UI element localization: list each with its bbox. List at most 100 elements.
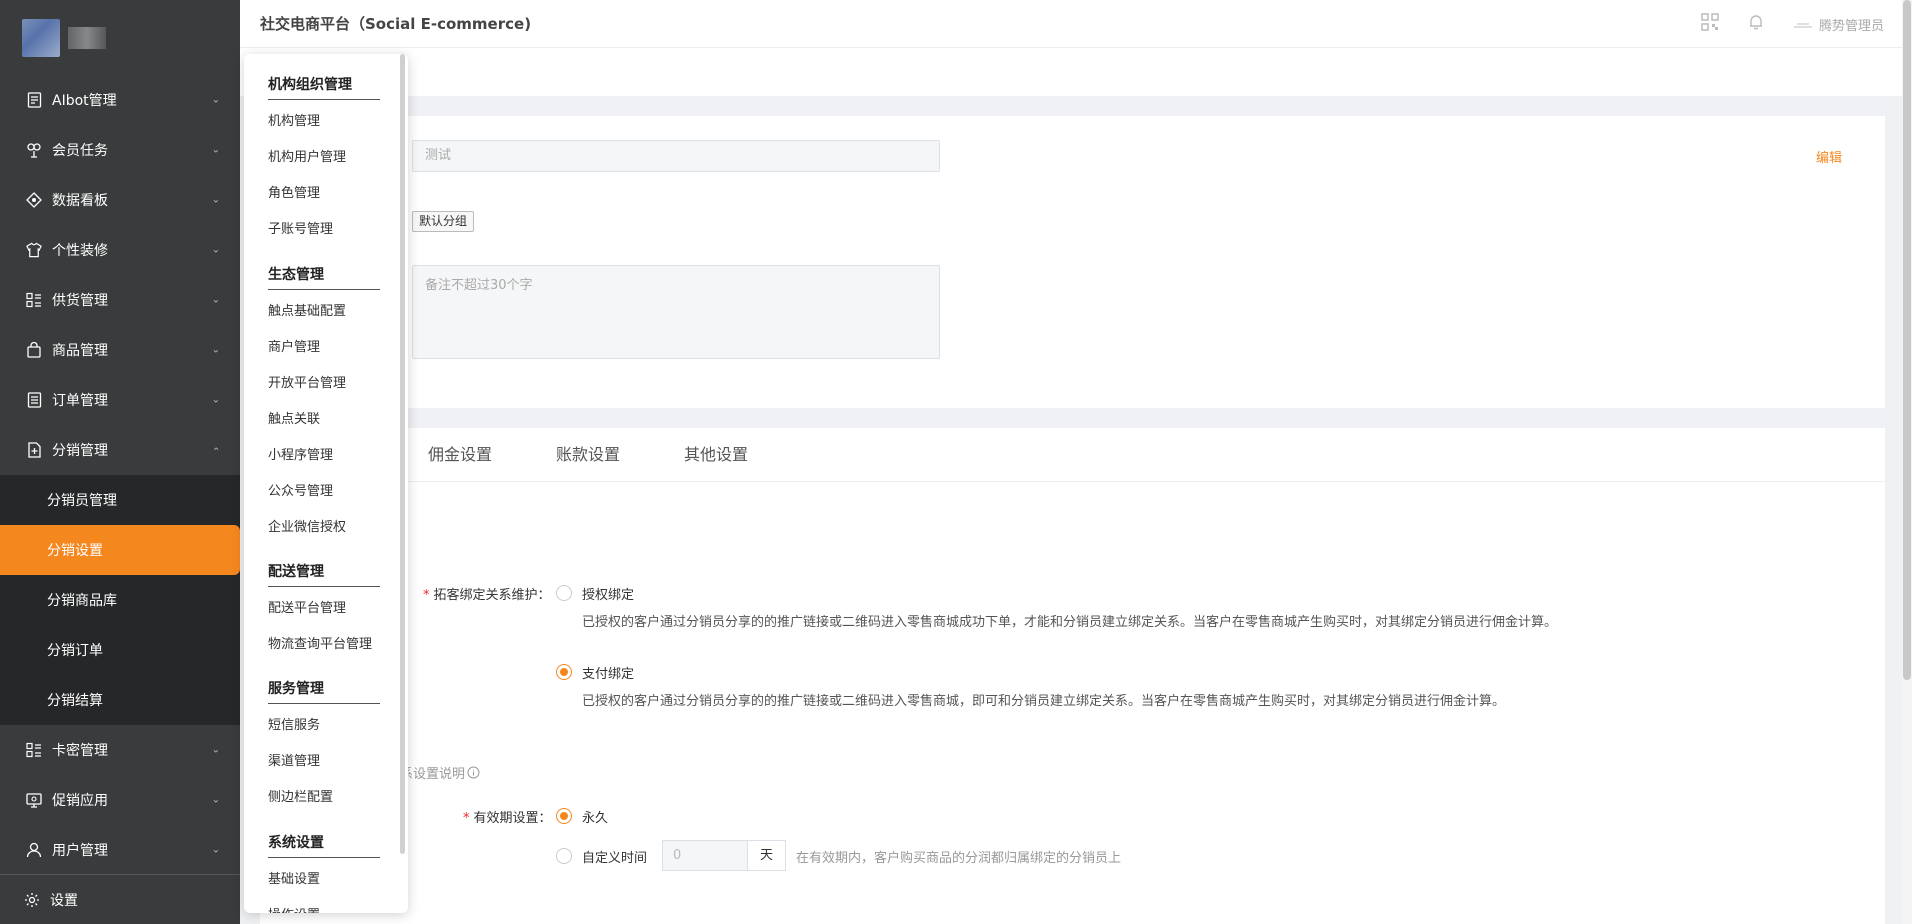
days-value[interactable]: 0 xyxy=(663,841,747,870)
clipboard-icon xyxy=(26,392,42,408)
sidebar-item-dashboard[interactable]: 数据看板 ⌄ xyxy=(0,175,240,225)
sidebar-item-card-key[interactable]: 卡密管理 ⌄ xyxy=(0,725,240,775)
dropdown-item[interactable]: 基础设置 xyxy=(268,868,320,887)
sidebar-item-aibot[interactable]: AIbot管理 ⌄ xyxy=(0,75,240,125)
dropdown-item[interactable]: 配送平台管理 xyxy=(268,597,346,616)
page-scrollbar[interactable] xyxy=(1902,0,1912,924)
sidebar-item-order[interactable]: 订单管理 ⌄ xyxy=(0,375,240,425)
sidebar-item-label: 促销应用 xyxy=(52,793,108,809)
days-input[interactable]: 0 天 xyxy=(662,840,786,871)
people-icon xyxy=(26,142,42,158)
gear-icon xyxy=(24,892,40,908)
dropdown-item[interactable]: 渠道管理 xyxy=(268,750,320,769)
sidebar-item-label: AIbot管理 xyxy=(52,93,117,109)
radio-custom-time[interactable] xyxy=(556,848,572,864)
dropdown-item[interactable]: 短信服务 xyxy=(268,714,320,733)
dropdown-item[interactable]: 触点关联 xyxy=(268,408,320,427)
sidebar-item-product[interactable]: 商品管理 ⌄ xyxy=(0,325,240,375)
chevron-down-icon: ⌄ xyxy=(211,844,220,856)
user-menu[interactable]: 腾势管理员 xyxy=(1793,15,1884,34)
dropdown-group-delivery: 配送管理 xyxy=(268,561,380,587)
chevron-down-icon: ⌄ xyxy=(211,794,220,806)
pay-binding-desc: 已授权的客户通过分销员分享的的推广链接或二维码进入零售商城，即可和分销员建立绑定… xyxy=(582,694,1506,709)
group-tag[interactable]: 默认分组 xyxy=(412,211,475,232)
dropdown-item[interactable]: 角色管理 xyxy=(268,182,320,201)
sidebar-item-label: 会员任务 xyxy=(52,143,108,159)
user-logo-icon xyxy=(1793,23,1812,28)
tab-commission[interactable]: 佣金设置 xyxy=(428,428,492,482)
dropdown-item[interactable]: 机构用户管理 xyxy=(268,146,346,165)
scrollbar-thumb[interactable] xyxy=(1903,0,1911,680)
sidebar-item-decoration[interactable]: 个性装修 ⌄ xyxy=(0,225,240,275)
chevron-up-icon: ⌄ xyxy=(211,444,220,456)
sidebar-item-supply[interactable]: 供货管理 ⌄ xyxy=(0,275,240,325)
sidebar-subitem-product-lib[interactable]: 分销商品库 xyxy=(0,575,240,625)
dropdown-scrollbar[interactable] xyxy=(400,54,405,854)
settings-note[interactable]: 系设置说明 xyxy=(400,763,480,782)
edit-link[interactable]: 编辑 xyxy=(1816,147,1842,166)
qrcode-icon[interactable] xyxy=(1701,13,1719,35)
dropdown-group-org: 机构组织管理 xyxy=(268,74,380,100)
sidebar-item-label: 用户管理 xyxy=(52,843,108,859)
sidebar-item-distribution[interactable]: 分销管理 ⌄ xyxy=(0,425,240,475)
plus-doc-icon xyxy=(26,442,42,458)
dropdown-item[interactable]: 机构管理 xyxy=(268,110,320,129)
info-icon xyxy=(467,766,480,779)
remark-textarea[interactable]: 备注不超过30个字 xyxy=(412,265,940,359)
monitor-icon xyxy=(26,792,42,808)
option-pay-binding[interactable]: 支付绑定 xyxy=(582,663,634,682)
sidebar-item-label: 数据看板 xyxy=(52,193,108,209)
dropdown-item[interactable]: 操作设置 xyxy=(268,904,320,913)
sidebar-subitem-distributor[interactable]: 分销员管理 xyxy=(0,475,240,525)
bell-icon[interactable] xyxy=(1747,13,1765,35)
sidebar-subitem-settlement[interactable]: 分销结算 xyxy=(0,675,240,725)
radio-pay-binding[interactable] xyxy=(556,664,572,680)
sidebar-item-label: 订单管理 xyxy=(52,393,108,409)
settings-note-text: 系设置说明 xyxy=(400,767,466,782)
sidebar-item-label: 卡密管理 xyxy=(52,743,108,759)
radio-permanent[interactable] xyxy=(556,808,572,824)
name-input[interactable]: 测试 xyxy=(412,140,940,172)
sidebar-item-promotion[interactable]: 促销应用 ⌄ xyxy=(0,775,240,825)
logo xyxy=(0,0,240,75)
dropdown-group-service: 服务管理 xyxy=(268,678,380,704)
chevron-down-icon: ⌄ xyxy=(211,744,220,756)
sidebar-subitem-settings[interactable]: 分销设置 xyxy=(0,525,240,575)
dropdown-item[interactable]: 侧边栏配置 xyxy=(268,786,333,805)
platform-title: 社交电商平台（Social E-commerce) xyxy=(260,15,532,33)
tshirt-icon xyxy=(26,242,42,258)
dropdown-item[interactable]: 小程序管理 xyxy=(268,444,333,463)
binding-label-text: 拓客绑定关系维护： xyxy=(433,588,551,603)
sidebar-settings-label: 设置 xyxy=(50,892,78,909)
dropdown-group-system: 系统设置 xyxy=(268,832,380,858)
required-mark: * xyxy=(463,811,470,826)
logo-text-block xyxy=(68,26,106,49)
dropdown-item[interactable]: 公众号管理 xyxy=(268,480,333,499)
dropdown-item[interactable]: 子账号管理 xyxy=(268,218,333,237)
option-auth-binding[interactable]: 授权绑定 xyxy=(582,584,634,603)
option-custom-time[interactable]: 自定义时间 xyxy=(582,847,647,866)
sidebar-subitem-orders[interactable]: 分销订单 xyxy=(0,625,240,675)
dropdown-group-ecology: 生态管理 xyxy=(268,264,380,290)
diamond-icon xyxy=(26,192,42,208)
tab-account[interactable]: 账款设置 xyxy=(556,428,620,482)
sidebar-item-users[interactable]: 用户管理 ⌄ xyxy=(0,825,240,875)
dropdown-item[interactable]: 开放平台管理 xyxy=(268,372,346,391)
dropdown-item[interactable]: 商户管理 xyxy=(268,336,320,355)
sidebar-item-label: 供货管理 xyxy=(52,293,108,309)
sidebar-item-member-task[interactable]: 会员任务 ⌄ xyxy=(0,125,240,175)
dropdown-item[interactable]: 触点基础配置 xyxy=(268,300,346,319)
dropdown-item[interactable]: 企业微信授权 xyxy=(268,516,346,535)
chevron-down-icon: ⌄ xyxy=(211,344,220,356)
radio-auth-binding[interactable] xyxy=(556,585,572,601)
chevron-down-icon: ⌄ xyxy=(211,94,220,106)
system-dropdown-menu: 机构组织管理 机构管理 机构用户管理 角色管理 子账号管理 生态管理 触点基础配… xyxy=(244,54,408,913)
sidebar-settings[interactable]: 设置 xyxy=(0,874,240,924)
dropdown-item[interactable]: 物流查询平台管理 xyxy=(268,633,372,652)
distribution-submenu: 分销员管理 分销设置 分销商品库 分销订单 分销结算 xyxy=(0,475,240,725)
sidebar: AIbot管理 ⌄ 会员任务 ⌄ 数据看板 ⌄ 个性装修 ⌄ 供货管理 ⌄ 商品… xyxy=(0,0,240,924)
tab-other[interactable]: 其他设置 xyxy=(684,428,748,482)
header-actions: 腾势管理员 xyxy=(1701,0,1884,48)
sidebar-item-label: 分销管理 xyxy=(52,443,108,459)
option-permanent[interactable]: 永久 xyxy=(582,807,608,826)
